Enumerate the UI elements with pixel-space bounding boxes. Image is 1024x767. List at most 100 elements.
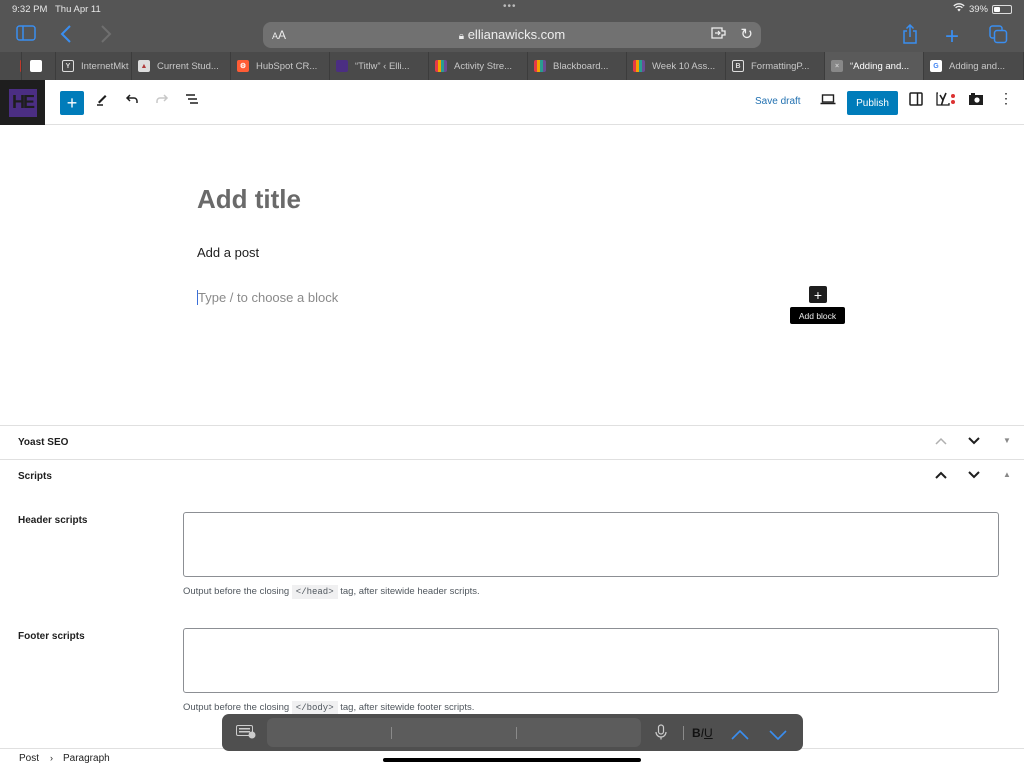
site-logo-mark: HE bbox=[8, 88, 37, 117]
status-date: Thu Apr 11 bbox=[55, 4, 101, 15]
browser-tab[interactable]: ⚙ HubSpot CR... bbox=[231, 52, 330, 80]
scripts-title[interactable]: Scripts bbox=[18, 471, 52, 482]
battery-icon bbox=[992, 4, 1012, 14]
paragraph-block[interactable]: Add a post bbox=[197, 245, 259, 260]
undo-icon[interactable] bbox=[122, 92, 142, 110]
breadcrumb-post[interactable]: Post bbox=[19, 753, 39, 764]
hubspot-icon: ⚙ bbox=[237, 60, 249, 72]
browser-tab[interactable]: B FormattingP... bbox=[726, 52, 825, 80]
multitask-dots-icon[interactable]: ••• bbox=[503, 1, 517, 12]
bar-chart-icon bbox=[435, 60, 447, 72]
browser-tab[interactable]: “Titlw” ‹ Elli... bbox=[330, 52, 429, 80]
preview-icon[interactable] bbox=[818, 92, 838, 110]
yoast-seo-title[interactable]: Yoast SEO bbox=[18, 437, 68, 448]
browser-tab[interactable]: G Adding and... bbox=[924, 52, 1024, 80]
camera-icon[interactable] bbox=[966, 92, 986, 110]
status-time: 9:32 PM bbox=[12, 4, 48, 15]
url-display[interactable]: 🔒︎ ellianawicks.com bbox=[263, 27, 761, 42]
back-icon[interactable] bbox=[60, 24, 72, 44]
browser-tab[interactable]: ▲ Current Stud... bbox=[132, 52, 231, 80]
browser-tab[interactable] bbox=[0, 52, 22, 80]
browser-toolbar: AA 🔒︎ ellianawicks.com ↻ + bbox=[0, 18, 1024, 52]
collapse-toggle-icon[interactable]: ▲ bbox=[1003, 470, 1011, 479]
more-options-icon[interactable]: ⋮ bbox=[996, 90, 1016, 107]
header-scripts-textarea[interactable] bbox=[183, 512, 999, 577]
bar-chart-icon bbox=[534, 60, 546, 72]
keyboard-icon[interactable] bbox=[236, 725, 256, 744]
battery-percent: 39% bbox=[968, 3, 988, 15]
tab-strip: Y InternetMkt ▲ Current Stud... ⚙ HubSpot CR.… bbox=[0, 52, 1024, 80]
post-title-input[interactable]: Add title bbox=[197, 184, 301, 215]
divider bbox=[683, 726, 684, 740]
footer-scripts-help: Output before the closing </body> tag, a… bbox=[183, 701, 474, 715]
block-inserter-button[interactable]: + bbox=[60, 91, 84, 115]
settings-sidebar-icon[interactable] bbox=[906, 92, 926, 110]
forward-icon[interactable] bbox=[100, 24, 112, 44]
editor-canvas: Add title Add a post Type / to choose a … bbox=[0, 126, 1024, 426]
close-tab-icon[interactable]: × bbox=[831, 60, 843, 72]
wifi-icon bbox=[953, 3, 965, 15]
help-text: Output before the closing bbox=[183, 702, 292, 713]
add-block-button[interactable]: + bbox=[809, 286, 827, 303]
yoast-icon[interactable] bbox=[936, 92, 958, 110]
predictive-text-area[interactable] bbox=[267, 718, 641, 747]
browser-tab[interactable]: Blackboard... bbox=[528, 52, 627, 80]
extension-icon[interactable] bbox=[711, 26, 729, 43]
add-block-tooltip: Add block bbox=[790, 307, 845, 324]
redo-icon[interactable] bbox=[152, 92, 172, 110]
tab-overview-icon[interactable] bbox=[989, 25, 1008, 44]
address-bar[interactable]: AA 🔒︎ ellianawicks.com ↻ bbox=[263, 22, 761, 48]
site-logo[interactable]: HE bbox=[0, 80, 45, 125]
document-overview-icon[interactable] bbox=[182, 92, 202, 110]
page-icon bbox=[30, 60, 42, 72]
scripts-metabox-header: Scripts ▲ bbox=[0, 459, 1024, 493]
save-draft-button[interactable]: Save draft bbox=[755, 96, 801, 107]
divider bbox=[391, 727, 392, 739]
move-down-icon[interactable] bbox=[966, 468, 982, 482]
move-down-icon[interactable] bbox=[966, 434, 982, 448]
move-up-icon[interactable] bbox=[933, 468, 949, 482]
help-text: Output before the closing bbox=[183, 586, 292, 597]
move-up-icon[interactable] bbox=[933, 434, 949, 448]
format-biu-button[interactable]: BIU bbox=[692, 726, 713, 740]
tab-label: “Adding and... bbox=[850, 60, 910, 72]
browser-tab[interactable]: × “Adding and... bbox=[825, 52, 924, 80]
y-icon: Y bbox=[62, 60, 74, 72]
previous-field-icon[interactable] bbox=[731, 727, 749, 745]
block-appender-placeholder[interactable]: Type / to choose a block bbox=[197, 290, 338, 305]
lock-icon: 🔒︎ bbox=[458, 31, 465, 42]
browser-tab[interactable]: Y InternetMkt bbox=[56, 52, 132, 80]
help-text: tag, after sitewide header scripts. bbox=[337, 586, 480, 597]
browser-tab[interactable]: Activity Stre... bbox=[429, 52, 528, 80]
share-icon[interactable] bbox=[902, 24, 918, 45]
footer-scripts-label: Footer scripts bbox=[18, 631, 85, 642]
publish-button[interactable]: Publish bbox=[847, 91, 898, 115]
url-text: ellianawicks.com bbox=[467, 27, 566, 42]
editor-header: HE + Save draft Publish ⋮ bbox=[0, 80, 1024, 125]
tab-label: FormattingP... bbox=[751, 60, 810, 72]
body-tag-code: </body> bbox=[291, 701, 338, 715]
divider bbox=[516, 727, 517, 739]
microphone-icon[interactable] bbox=[655, 724, 667, 746]
google-icon: G bbox=[930, 60, 942, 72]
site-icon bbox=[336, 60, 348, 72]
sidebar-toggle-icon[interactable] bbox=[16, 25, 36, 41]
browser-tab[interactable]: Week 10 Ass... bbox=[627, 52, 726, 80]
bar-chart-icon bbox=[633, 60, 645, 72]
browser-tab[interactable] bbox=[22, 52, 56, 80]
breadcrumb-paragraph[interactable]: Paragraph bbox=[63, 753, 110, 764]
home-indicator[interactable] bbox=[383, 758, 641, 762]
tab-label: Week 10 Ass... bbox=[652, 60, 716, 72]
tab-label: Activity Stre... bbox=[454, 60, 513, 72]
footer-scripts-textarea[interactable] bbox=[183, 628, 999, 693]
tab-label: Adding and... bbox=[949, 60, 1005, 72]
school-icon: ▲ bbox=[138, 60, 150, 72]
next-field-icon[interactable] bbox=[769, 727, 787, 745]
expand-toggle-icon[interactable]: ▼ bbox=[1003, 436, 1011, 445]
reload-icon[interactable]: ↻ bbox=[740, 25, 753, 43]
new-tab-icon[interactable]: + bbox=[945, 23, 959, 51]
tab-label: InternetMkt bbox=[81, 60, 129, 72]
keyboard-shortcut-bar: BIU bbox=[222, 714, 803, 751]
tools-pencil-icon[interactable] bbox=[92, 92, 112, 110]
tab-label: Current Stud... bbox=[157, 60, 219, 72]
